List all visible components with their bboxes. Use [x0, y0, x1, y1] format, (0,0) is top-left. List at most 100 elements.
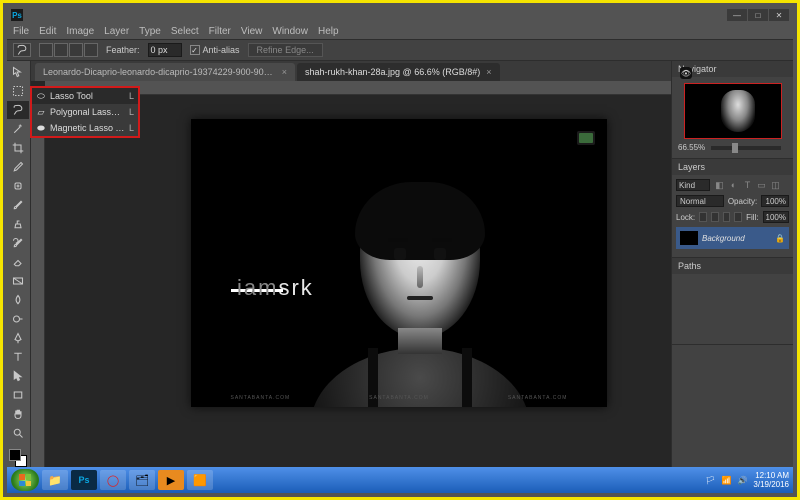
lock-position-button[interactable] — [723, 212, 731, 222]
healing-brush-tool[interactable] — [7, 177, 29, 195]
system-clock[interactable]: 12:10 AM 3/19/2016 — [753, 471, 789, 489]
navigator-zoom-value: 66.55% — [678, 143, 705, 152]
hand-tool[interactable] — [7, 405, 29, 423]
pen-tool[interactable] — [7, 329, 29, 347]
clock-date: 3/19/2016 — [753, 480, 789, 489]
close-button[interactable]: ✕ — [769, 9, 789, 21]
menu-select[interactable]: Select — [171, 26, 199, 37]
flyout-item-label: Lasso Tool — [50, 91, 125, 101]
antialias-checkbox[interactable]: ✓Anti-alias — [190, 45, 240, 56]
lock-transparency-button[interactable] — [699, 212, 707, 222]
selection-subtract[interactable] — [69, 43, 83, 57]
selection-mode-group — [39, 43, 98, 57]
menu-layer[interactable]: Layer — [104, 26, 129, 37]
lasso-tool[interactable] — [7, 101, 29, 119]
dodge-tool[interactable] — [7, 310, 29, 328]
gradient-tool[interactable] — [7, 272, 29, 290]
tray-volume-icon[interactable]: 🔊 — [737, 476, 747, 485]
document-canvas[interactable]: iamsrk — [191, 119, 607, 407]
watermark-text: iamsrk — [237, 275, 314, 301]
path-selection-tool[interactable] — [7, 367, 29, 385]
menu-file[interactable]: File — [13, 26, 29, 37]
selection-add[interactable] — [54, 43, 68, 57]
clone-stamp-tool[interactable] — [7, 215, 29, 233]
document-tab-inactive[interactable]: Leonardo-Dicaprio-leonardo-dicaprio-1937… — [35, 63, 295, 81]
menu-type[interactable]: Type — [139, 26, 161, 37]
layer-name[interactable]: Background — [702, 234, 771, 243]
layer-item-background[interactable]: 👁 Background 🔒 — [676, 227, 789, 249]
menu-view[interactable]: View — [241, 26, 263, 37]
tab-label: Leonardo-Dicaprio-leonardo-dicaprio-1937… — [43, 67, 276, 77]
document-tab-active[interactable]: shah-rukh-khan-28a.jpg @ 66.6% (RGB/8#) … — [297, 63, 500, 81]
navigator-zoom-slider[interactable] — [711, 146, 781, 150]
filter-type-icon[interactable]: T — [742, 180, 753, 191]
layer-filter-icons: ◧ ◐ T ▭ ◫ — [714, 180, 781, 191]
filter-pixel-icon[interactable]: ◧ — [714, 180, 725, 191]
magnetic-lasso-icon: ⬬ — [36, 123, 46, 134]
minimize-button[interactable]: — — [727, 9, 747, 21]
foreground-color-chip[interactable] — [9, 449, 21, 461]
flyout-lasso-tool[interactable]: ⬭ Lasso Tool L — [32, 88, 138, 104]
magic-wand-tool[interactable] — [7, 120, 29, 138]
flyout-polygonal-lasso-tool[interactable]: ▱ Polygonal Lasso Tool L — [32, 104, 138, 120]
brush-tool[interactable] — [7, 196, 29, 214]
type-tool[interactable] — [7, 348, 29, 366]
lock-all-button[interactable] — [734, 212, 742, 222]
tab-close-icon[interactable]: × — [282, 67, 287, 77]
filter-shape-icon[interactable]: ▭ — [756, 180, 767, 191]
canvas-area[interactable]: iamsrk — [31, 81, 671, 475]
color-chips[interactable] — [7, 447, 29, 469]
fill-field[interactable]: 100% — [763, 211, 789, 223]
rectangle-tool[interactable] — [7, 386, 29, 404]
check-icon: ✓ — [190, 45, 200, 55]
menu-edit[interactable]: Edit — [39, 26, 56, 37]
layer-thumbnail[interactable] — [680, 231, 698, 245]
taskbar-media-player-icon[interactable]: ▶ — [158, 470, 184, 490]
taskbar-explorer-icon[interactable]: 📁 — [42, 470, 68, 490]
layers-panel-header[interactable]: Layers — [672, 159, 793, 175]
maximize-button[interactable]: □ — [748, 9, 768, 21]
feather-input[interactable]: 0 px — [148, 43, 182, 57]
layer-kind-dropdown[interactable]: Kind — [676, 179, 710, 191]
filter-adjust-icon[interactable]: ◐ — [728, 180, 739, 191]
menu-window[interactable]: Window — [272, 26, 308, 37]
crop-tool[interactable] — [7, 139, 29, 157]
paths-panel: Paths — [672, 258, 793, 345]
tools-toolbar — [7, 61, 31, 493]
blend-mode-dropdown[interactable]: Normal — [676, 195, 724, 207]
menu-filter[interactable]: Filter — [209, 26, 231, 37]
start-button[interactable] — [11, 469, 39, 491]
lock-icon: 🔒 — [775, 234, 785, 243]
taskbar-opera-icon[interactable]: ◯ — [100, 470, 126, 490]
zoom-tool[interactable] — [7, 424, 29, 442]
menu-image[interactable]: Image — [66, 26, 94, 37]
eyedropper-tool[interactable] — [7, 158, 29, 176]
filter-smart-icon[interactable]: ◫ — [770, 180, 781, 191]
tab-close-icon[interactable]: × — [486, 67, 491, 77]
history-brush-tool[interactable] — [7, 234, 29, 252]
paths-panel-header[interactable]: Paths — [672, 258, 793, 274]
taskbar-photoshop-icon[interactable]: Ps — [71, 470, 97, 490]
taskbar-folder-icon[interactable]: 🗂 — [129, 470, 155, 490]
tool-preset-picker[interactable] — [13, 43, 31, 57]
flyout-magnetic-lasso-tool[interactable]: ⬬ Magnetic Lasso Tool L — [32, 120, 138, 136]
tray-flag-icon[interactable]: 🏳 — [705, 476, 715, 485]
canvas-footer-marks: SANTABANTA.COM SANTABANTA.COM SANTABANTA… — [191, 395, 607, 401]
marquee-tool[interactable] — [7, 82, 29, 100]
opacity-label: Opacity: — [728, 197, 757, 206]
lock-pixels-button[interactable] — [711, 212, 719, 222]
taskbar-app-icon[interactable]: 🟧 — [187, 470, 213, 490]
opacity-field[interactable]: 100% — [761, 195, 789, 207]
menu-help[interactable]: Help — [318, 26, 339, 37]
selection-intersect[interactable] — [84, 43, 98, 57]
navigator-thumbnail[interactable] — [684, 83, 782, 139]
document-tabstrip: Leonardo-Dicaprio-leonardo-dicaprio-1937… — [31, 61, 671, 81]
selection-new[interactable] — [39, 43, 53, 57]
visibility-eye-icon[interactable]: 👁 — [680, 67, 692, 79]
eraser-tool[interactable] — [7, 253, 29, 271]
tray-network-icon[interactable]: 📶 — [721, 476, 731, 485]
watermark-suffix: srk — [278, 275, 313, 300]
refine-edge-button[interactable]: Refine Edge... — [248, 43, 323, 57]
move-tool[interactable] — [7, 63, 29, 81]
blur-tool[interactable] — [7, 291, 29, 309]
